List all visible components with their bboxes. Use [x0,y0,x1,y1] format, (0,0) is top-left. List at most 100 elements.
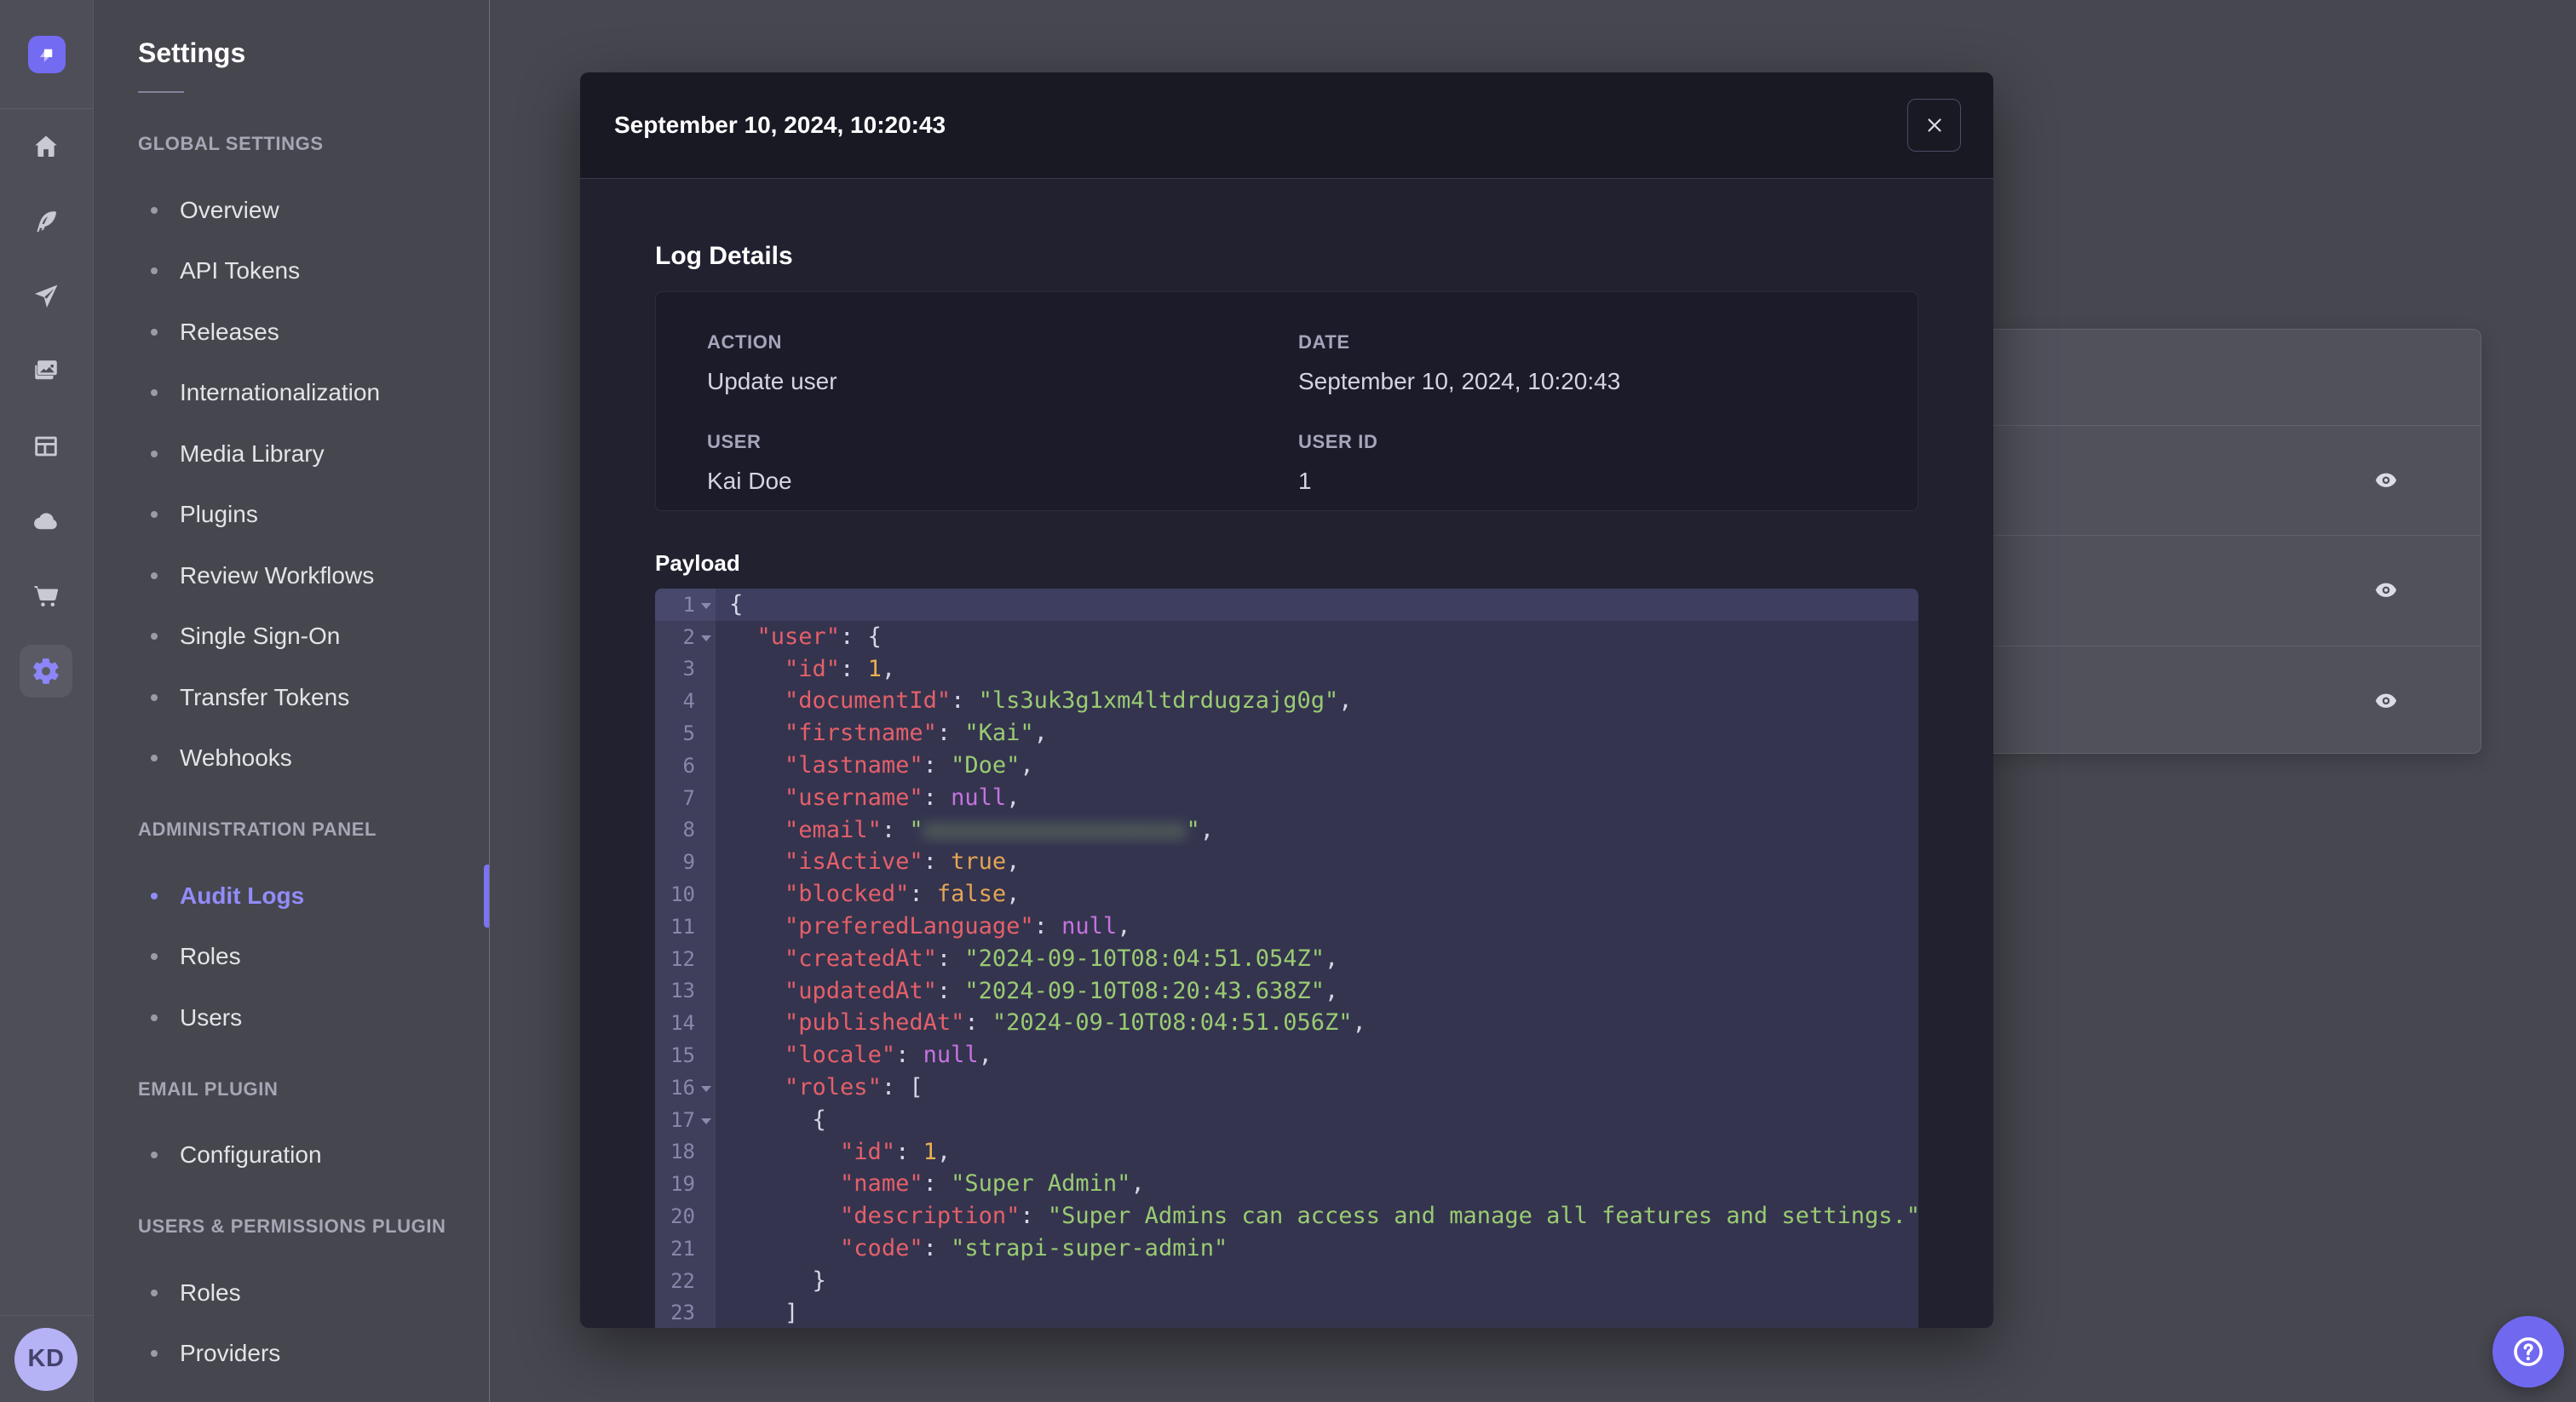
code-line-content: "email": "xxxxxxxxxxxxxxxxxxx", [785,816,1214,843]
code-line-content: "user": { [756,623,882,650]
view-log-button[interactable] [2370,578,2402,602]
fold-chevron-icon[interactable] [701,1118,711,1124]
code-line-content: "name": "Super Admin", [840,1170,1145,1198]
line-number: 23 [670,1301,695,1325]
sidebar-item-transfer-tokens[interactable]: Transfer Tokens [95,667,489,728]
strapi-logo[interactable] [27,35,66,73]
active-icon-tile [20,645,72,698]
sidebar-section: ADMINISTRATION PANEL Audit Logs Roles Users [95,794,489,1049]
line-number: 18 [670,1140,695,1164]
modal-title: September 10, 2024, 10:20:43 [614,112,946,138]
code-line-content: "documentId": "ls3uk3g1xm4ltdrdugzajg0g"… [785,687,1353,715]
rail-item-content-type-builder-send-icon[interactable] [0,259,92,334]
nav-rail-logo-area [0,0,93,109]
nav-rail-user-area: KD [0,1315,92,1402]
rail-item-home-icon[interactable] [0,109,92,184]
fold-chevron-icon[interactable] [701,602,711,609]
help-button[interactable] [2493,1316,2564,1388]
sidebar-item-label: Releases [180,318,279,345]
code-line: 8 "email": "xxxxxxxxxxxxxxxxxxx", [655,814,1918,847]
eye-icon [2375,473,2397,488]
detail-label: DATE [1298,331,1350,353]
sidebar-item-roles[interactable]: Roles [95,1262,489,1324]
code-line: 12 "createdAt": "2024-09-10T08:04:51.054… [655,943,1918,975]
sidebar-item-label: Providers [180,1340,281,1367]
code-line: 9 "isActive": true, [655,846,1918,878]
log-details-card: ACTION Update user DATE September 10, 2024,… [655,291,1918,511]
code-line-content: "updatedAt": "2024-09-10T08:20:43.638Z", [785,977,1339,1004]
eye-icon [2375,583,2397,598]
code-line-content: "id": 1, [840,1138,952,1165]
sidebar-item-single-sign-on[interactable]: Single Sign-On [95,606,489,668]
detail-action: ACTION Update user [707,331,1298,431]
detail-label: ACTION [707,331,782,353]
code-line: 18 "id": 1, [655,1136,1918,1169]
settings-gear-icon [33,658,59,684]
bullet-icon [151,572,158,579]
code-line: 20 "description": "Super Admins can acce… [655,1200,1918,1232]
line-number: 4 [682,689,695,714]
sidebar-item-label: Users [180,1003,243,1031]
sidebar-item-configuration[interactable]: Configuration [95,1125,489,1187]
fold-chevron-icon[interactable] [701,1085,711,1092]
code-line: 4 "documentId": "ls3uk3g1xm4ltdrdugzajg0… [655,685,1918,717]
sidebar-item-internationalization[interactable]: Internationalization [95,363,489,424]
close-button[interactable] [1907,99,1961,152]
sidebar-item-users[interactable]: Users [95,987,489,1049]
rail-item-content-manager-feather-icon[interactable] [0,184,92,259]
bullet-icon [151,328,158,336]
fold-chevron-icon[interactable] [701,635,711,641]
sidebar-item-label: Configuration [180,1141,322,1169]
rail-item-settings-gear-icon[interactable] [0,634,92,709]
sidebar-item-media-library[interactable]: Media Library [95,423,489,485]
deploy-cloud-icon [34,513,57,530]
code-line: 6 "lastname": "Doe", [655,750,1918,782]
sidebar-item-review-workflows[interactable]: Review Workflows [95,545,489,606]
line-number: 17 [655,1104,716,1136]
rail-item-marketplace-cart-icon[interactable] [0,559,92,634]
code-line-content: ] [729,1299,799,1326]
code-line: 1{ [655,589,1918,621]
detail-date: DATE September 10, 2024, 10:20:43 [1298,331,1918,431]
line-number: 8 [682,818,695,842]
sidebar-item-audit-logs[interactable]: Audit Logs [95,865,489,927]
sidebar-item-webhooks[interactable]: Webhooks [95,728,489,790]
modal-body: Log Details ACTION Update user DATE Septemb… [580,179,1993,1328]
view-log-button[interactable] [2370,689,2402,713]
rail-item-layout-icon[interactable] [0,409,92,484]
code-line-content: } [729,1267,826,1294]
sidebar-item-roles[interactable]: Roles [95,927,489,988]
detail-value: 1 [1298,468,1312,494]
line-number: 14 [670,1011,695,1036]
marketplace-cart-icon [34,585,59,607]
settings-menu: GLOBAL SETTINGS Overview API Tokens Release… [95,108,489,1384]
sidebar-item-plugins[interactable]: Plugins [95,485,489,546]
code-line: 21 "code": "strapi-super-admin" [655,1232,1918,1265]
sidebar-item-label: Review Workflows [180,561,375,589]
code-line-content: "locale": null, [785,1042,992,1069]
sidebar-item-overview[interactable]: Overview [95,180,489,241]
nav-rail-icons [0,109,92,709]
payload-code-editor[interactable]: 1{2 "user": {3 "id": 1, 4 "documentId": "… [655,589,1918,1328]
line-number: 3 [682,657,695,681]
code-line: 3 "id": 1, [655,653,1918,686]
bullet-icon [151,1350,158,1358]
avatar[interactable]: KD [14,1327,78,1391]
view-log-button[interactable] [2370,468,2402,492]
code-line: 11 "preferedLanguage": null, [655,911,1918,943]
media-library-pictures-icon [35,360,57,380]
code-line-content: "publishedAt": "2024-09-10T08:04:51.056Z… [785,1009,1366,1037]
sidebar-item-api-tokens[interactable]: API Tokens [95,241,489,302]
sidebar-item-releases[interactable]: Releases [95,302,489,363]
rail-item-media-library-pictures-icon[interactable] [0,334,92,409]
sidebar-section: GLOBAL SETTINGS Overview API Tokens Release… [95,108,489,789]
sidebar-item-providers[interactable]: Providers [95,1324,489,1385]
rail-item-deploy-cloud-icon[interactable] [0,484,92,559]
code-line-content: "preferedLanguage": null, [785,912,1131,939]
bullet-icon [151,1014,158,1021]
bullet-icon [151,267,158,275]
settings-sidebar: Settings GLOBAL SETTINGS Overview API Toke… [95,0,490,1402]
modal-header: September 10, 2024, 10:20:43 [580,72,1993,179]
code-line-content: { [729,1106,826,1133]
code-line: 22 } [655,1265,1918,1297]
